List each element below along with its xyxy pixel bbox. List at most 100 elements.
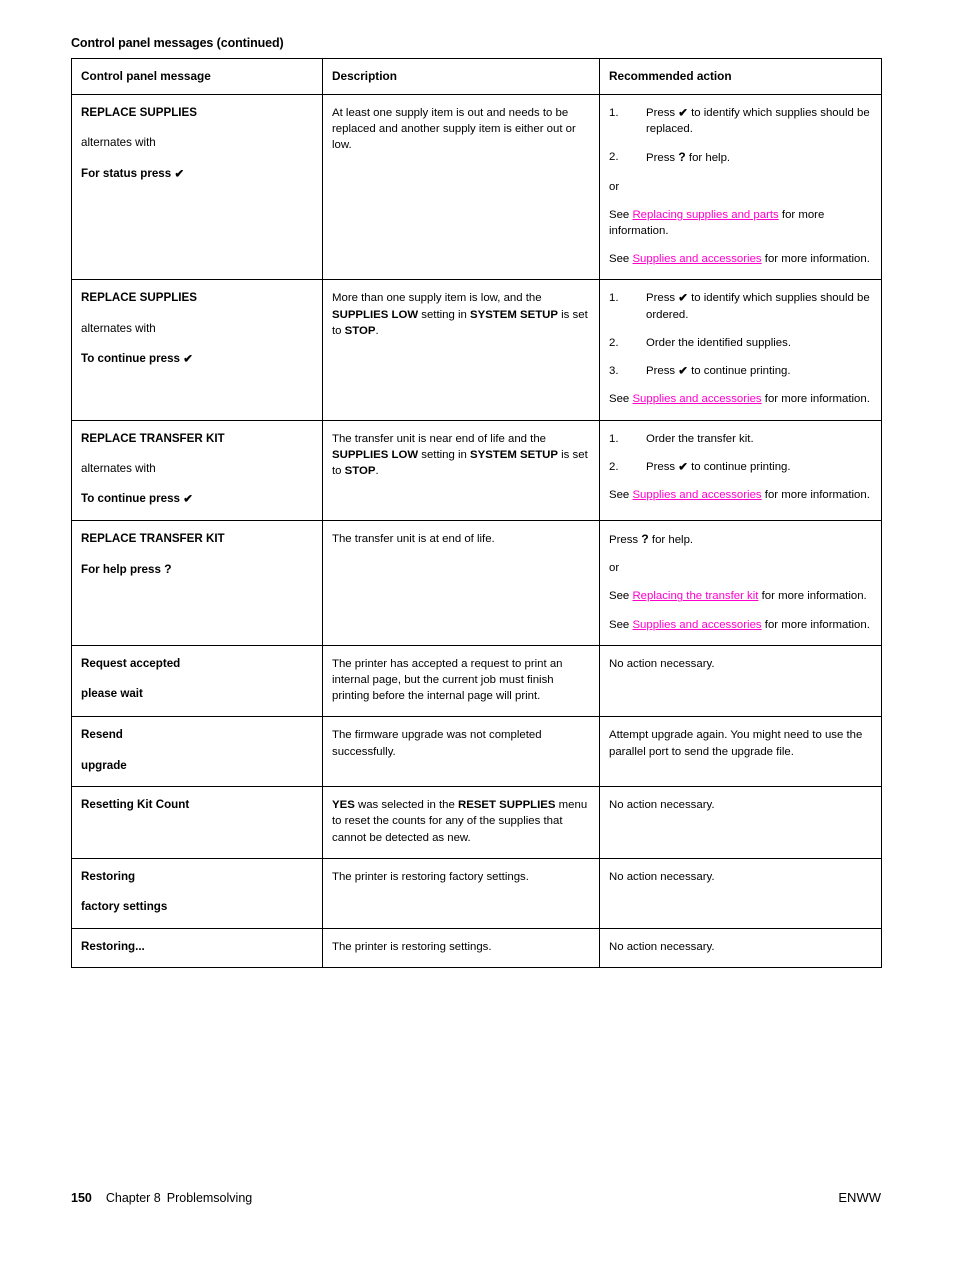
desc-bold-term: SUPPLIES LOW (332, 308, 419, 321)
cell-control-panel-message: REPLACE SUPPLIES alternates with To cont… (71, 279, 323, 421)
see-label: See (609, 618, 630, 631)
desc-bold-term: STOP (344, 464, 376, 477)
cross-reference-link[interactable]: Replacing the transfer kit (632, 590, 758, 602)
description-text: The transfer unit is near end of life an… (332, 431, 590, 480)
description-text: The firmware upgrade was not completed s… (332, 729, 542, 758)
message-line-secondary: To continue press ✔ (81, 491, 313, 507)
step-text-post: to continue printing. (691, 365, 791, 378)
message-line-primary: REPLACE TRANSFER KIT (81, 531, 225, 545)
message-line-primary: Restoring (81, 869, 136, 883)
cross-reference-link[interactable]: Supplies and accessories (632, 393, 761, 405)
checkmark-icon: ✔ (678, 461, 688, 474)
message-secondary-text: For help press (81, 563, 161, 577)
message-line-secondary: please wait (81, 687, 143, 701)
cell-recommended-action: No action necessary. (599, 927, 882, 969)
message-line-primary: Resetting Kit Count (81, 798, 190, 812)
cell-control-panel-message: REPLACE TRANSFER KIT alternates with To … (71, 419, 323, 521)
step-text-pre: Press (646, 106, 676, 119)
see-reference: See Replacing the transfer kit for more … (609, 588, 872, 604)
control-panel-messages-table: Control panel message Description Recomm… (71, 58, 882, 969)
cell-control-panel-message: Request accepted please wait (71, 644, 323, 718)
see-tail: for more information. (761, 590, 867, 603)
see-tail: for more information. (764, 618, 870, 631)
desc-segment: was selected in the (354, 799, 459, 812)
cross-reference-link[interactable]: Replacing supplies and parts (632, 209, 778, 221)
action-step: Press ✔ to identify which supplies shoul… (609, 290, 872, 323)
action-steps-list: Press ✔ to identify which supplies shoul… (609, 105, 872, 167)
action-text: No action necessary. (609, 657, 715, 670)
step-text-post: for help. (688, 152, 731, 165)
message-line-primary: Restoring... (81, 939, 145, 953)
message-line-primary: Request accepted (81, 656, 181, 670)
question-mark-icon: ? (678, 150, 686, 165)
see-reference: See Supplies and accessories for more in… (609, 251, 872, 267)
desc-segment: . (375, 464, 379, 477)
checkmark-icon: ✔ (183, 353, 193, 366)
message-line-secondary: To continue press ✔ (81, 351, 313, 367)
checkmark-icon: ✔ (678, 107, 688, 120)
desc-segment: setting in (418, 448, 470, 461)
action-text: Attempt upgrade again. You might need to… (609, 729, 863, 758)
question-mark-icon: ? (641, 531, 649, 546)
message-line-primary: REPLACE SUPPLIES (81, 105, 197, 119)
message-alternates-label: alternates with (81, 136, 156, 150)
see-label: See (609, 208, 630, 221)
desc-bold-term: SYSTEM SETUP (470, 448, 558, 461)
column-header-message: Control panel message (71, 58, 323, 95)
cell-recommended-action: Attempt upgrade again. You might need to… (599, 716, 882, 788)
see-tail: for more information. (764, 489, 870, 502)
description-text: The transfer unit is at end of life. (332, 532, 495, 545)
cell-description: The transfer unit is near end of life an… (322, 419, 600, 521)
cell-recommended-action: No action necessary. (599, 644, 882, 718)
cell-control-panel-message: Resend upgrade (71, 716, 323, 788)
cross-reference-link[interactable]: Supplies and accessories (632, 253, 761, 265)
message-line-primary: REPLACE SUPPLIES (81, 291, 197, 305)
table-row: REPLACE TRANSFER KIT For help press ? Th… (71, 519, 882, 646)
description-text: At least one supply item is out and need… (332, 106, 576, 152)
desc-segment: The transfer unit is near end of life an… (332, 432, 547, 445)
page-footer: 150 Chapter 8 Problemsolving ENWW (71, 1190, 881, 1205)
action-text: No action necessary. (609, 799, 715, 812)
column-header-action: Recommended action (599, 58, 882, 95)
cell-description: More than one supply item is low, and th… (322, 279, 600, 421)
action-step: Press ? for help. (609, 149, 872, 166)
cell-control-panel-message: Restoring... (71, 927, 323, 969)
cell-control-panel-message: Resetting Kit Count (71, 786, 323, 859)
desc-segment: setting in (418, 308, 470, 321)
table-row: REPLACE SUPPLIES alternates with To cont… (71, 279, 882, 421)
checkmark-icon: ✔ (183, 493, 193, 506)
or-label: or (609, 180, 620, 193)
cross-reference-link[interactable]: Supplies and accessories (632, 619, 761, 631)
message-line-primary: Resend (81, 728, 123, 742)
checkmark-icon: ✔ (174, 168, 185, 181)
message-secondary-text: For status press (81, 166, 172, 180)
message-secondary-text: To continue press (81, 352, 180, 366)
see-label: See (609, 489, 630, 502)
message-line-secondary: factory settings (81, 900, 168, 914)
cross-reference-link[interactable]: Supplies and accessories (632, 489, 761, 501)
cell-recommended-action: Press ? for help. or See Replacing the t… (599, 519, 882, 646)
desc-bold-term: YES (332, 799, 355, 812)
action-step: Press ✔ to continue printing. (609, 459, 872, 476)
table-row: Restoring factory settings The printer i… (71, 857, 882, 929)
message-alternates-label: alternates with (81, 462, 156, 476)
footer-locale: ENWW (838, 1190, 881, 1205)
question-mark-icon: ? (164, 562, 172, 577)
step-text-post: to continue printing. (691, 460, 791, 473)
see-label: See (609, 590, 630, 603)
footer-chapter: Chapter 8 (105, 1191, 161, 1205)
checkmark-icon: ✔ (678, 292, 688, 305)
cell-control-panel-message: REPLACE TRANSFER KIT For help press ? (71, 519, 323, 646)
cell-description: At least one supply item is out and need… (322, 93, 600, 281)
cell-description: YES was selected in the RESET SUPPLIES m… (322, 786, 600, 859)
step-text-pre: Press (646, 292, 676, 305)
desc-bold-term: SYSTEM SETUP (470, 308, 558, 321)
cell-recommended-action: No action necessary. (599, 857, 882, 929)
cell-description: The printer is restoring factory setting… (322, 857, 600, 929)
message-alternates-label: alternates with (81, 321, 156, 335)
message-line-primary: REPLACE TRANSFER KIT (81, 431, 225, 445)
table-row: Resetting Kit Count YES was selected in … (71, 786, 882, 859)
step-text-post: Order the identified supplies. (646, 336, 791, 349)
description-text: The printer is restoring settings. (332, 940, 492, 953)
desc-bold-term: RESET SUPPLIES (458, 799, 556, 812)
